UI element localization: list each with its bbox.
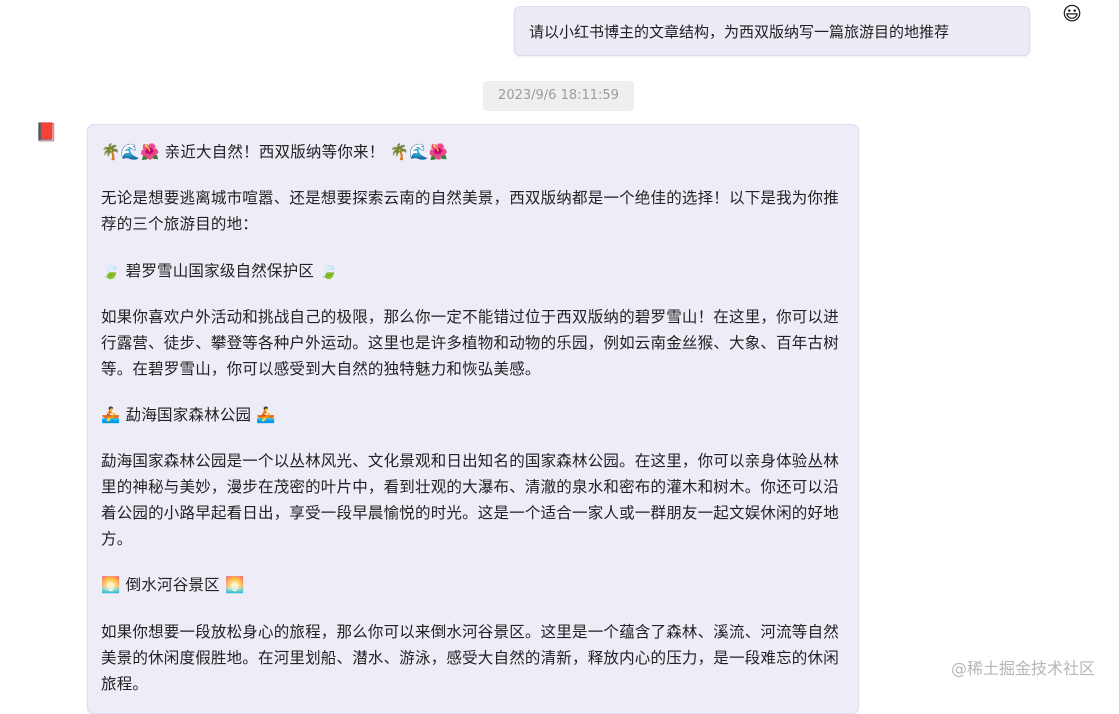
bot-avatar-icon: 📕 (35, 122, 58, 143)
user-message-bubble: 请以小红书博主的文章结构，为西双版纳写一篇旅游目的地推荐 (514, 6, 1030, 56)
spot-heading-daoshui: 🌅 倒水河谷景区 🌅 (101, 576, 245, 594)
user-avatar-icon: 😃 (1062, 3, 1082, 25)
bot-message-bubble: 🌴🌊🌺 亲近大自然！西双版纳等你来！ 🌴🌊🌺 无论是想要逃离城市喧嚣、还是想要探… (87, 124, 859, 714)
reply-intro: 无论是想要逃离城市喧嚣、还是想要探索云南的自然美景，西双版纳都是一个绝佳的选择！… (101, 189, 839, 233)
watermark: @稀土掘金技术社区 (951, 659, 1096, 678)
spot-description-daoshui: 如果你想要一段放松身心的旅程，那么你可以来倒水河谷景区。这里是一个蕴含了森林、溪… (101, 623, 839, 693)
spot-description-biluo: 如果你喜欢户外活动和挑战自己的极限，那么你一定不能错过位于西双版纳的碧罗雪山！在… (101, 308, 839, 378)
user-message-text: 请以小红书博主的文章结构，为西双版纳写一篇旅游目的地推荐 (529, 23, 950, 41)
message-timestamp: 2023/9/6 18:11:59 (483, 81, 634, 111)
spot-description-menghai: 勐海国家森林公园是一个以丛林风光、文化景观和日出知名的国家森林公园。在这里，你可… (101, 452, 839, 548)
spot-heading-biluo: 🍃 碧罗雪山国家级自然保护区 🍃 (101, 262, 339, 280)
spot-heading-menghai: 🚣 勐海国家森林公园 🚣 (101, 406, 276, 424)
reply-title: 🌴🌊🌺 亲近大自然！西双版纳等你来！ 🌴🌊🌺 (101, 143, 449, 161)
